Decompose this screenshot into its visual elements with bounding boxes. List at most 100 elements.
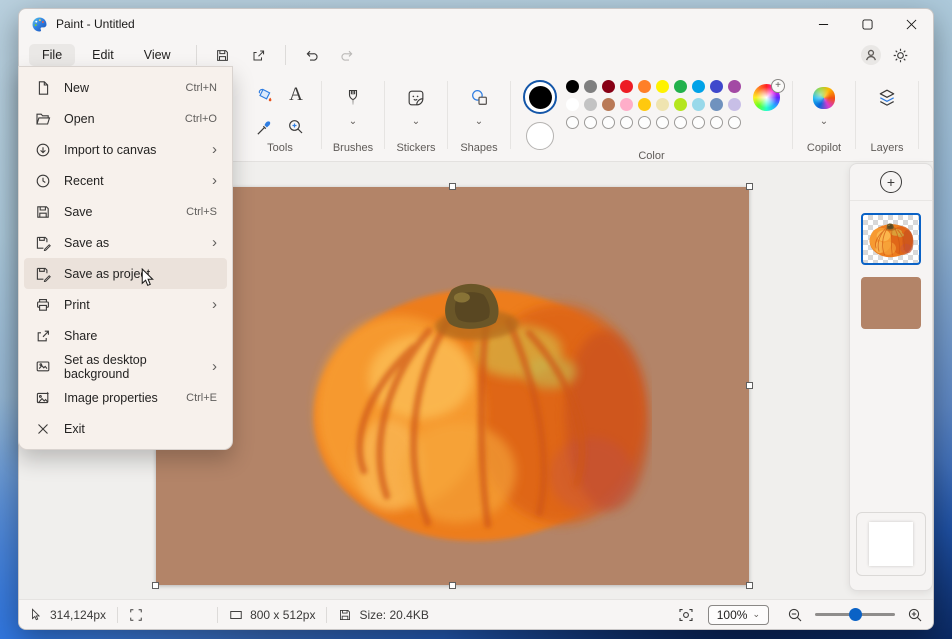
color-swatch-2-1[interactable] [584, 98, 597, 111]
menu-item-save[interactable]: SaveCtrl+S [24, 196, 227, 227]
menubar-separator [285, 45, 286, 65]
file-menu-button[interactable]: File [29, 44, 75, 66]
edit-menu-button[interactable]: Edit [79, 44, 127, 66]
view-menu-button[interactable]: View [131, 44, 184, 66]
empty-color-swatch-5[interactable] [656, 116, 669, 129]
minimize-button[interactable] [801, 9, 845, 39]
shapes-icon [469, 83, 489, 113]
share-icon[interactable] [243, 43, 275, 67]
menu-item-open[interactable]: OpenCtrl+O [24, 103, 227, 134]
color-swatch-2-8[interactable] [710, 98, 723, 111]
statusbar-separator [326, 607, 327, 623]
fill-bucket-icon[interactable] [250, 81, 278, 109]
save-icon[interactable] [207, 43, 239, 67]
layers-group[interactable]: Layers [860, 71, 914, 161]
color-swatch-1-5[interactable] [656, 80, 669, 93]
canvas-handle-top-center[interactable] [449, 183, 456, 190]
menu-item-label: Save as [64, 236, 109, 250]
color-swatch-2-4[interactable] [638, 98, 651, 111]
canvas-handle-top-right[interactable] [746, 183, 753, 190]
color-swatch-2-2[interactable] [602, 98, 615, 111]
shapes-group[interactable]: ⌄ Shapes [452, 71, 506, 161]
edit-colors-button[interactable]: + [753, 84, 780, 111]
settings-gear-icon[interactable] [892, 47, 909, 64]
stickers-group[interactable]: ⌄ Stickers [389, 71, 443, 161]
titlebar: Paint - Untitled [19, 9, 933, 39]
statusbar-separator [117, 607, 118, 623]
tools-group: A Tools [243, 71, 317, 161]
color-swatch-2-7[interactable] [692, 98, 705, 111]
chevron-down-icon: ⌄ [349, 117, 357, 127]
color-swatch-1-8[interactable] [710, 80, 723, 93]
empty-color-swatch-0[interactable] [566, 116, 579, 129]
color-swatch-1-9[interactable] [728, 80, 741, 93]
canvas-handle-bottom-left[interactable] [152, 582, 159, 589]
empty-color-swatch-7[interactable] [692, 116, 705, 129]
layer-thumbnail-brown[interactable] [861, 277, 921, 329]
menu-item-image-properties[interactable]: Image propertiesCtrl+E [24, 382, 227, 413]
empty-color-swatch-6[interactable] [674, 116, 687, 129]
copilot-group[interactable]: ⌄ Copilot [797, 71, 851, 161]
close-button[interactable] [889, 9, 933, 39]
menu-item-exit[interactable]: Exit [24, 413, 227, 444]
empty-color-swatch-4[interactable] [638, 116, 651, 129]
pumpkin-painting [304, 257, 652, 547]
menu-item-recent[interactable]: Recent› [24, 165, 227, 196]
empty-color-swatch-1[interactable] [584, 116, 597, 129]
shapes-group-label: Shapes [460, 142, 497, 154]
menu-item-share[interactable]: Share [24, 320, 227, 351]
redo-icon[interactable] [332, 43, 364, 67]
file-size-indicator: Size: 20.4KB [338, 608, 428, 622]
menu-item-print[interactable]: Print› [24, 289, 227, 320]
zoom-slider-thumb[interactable] [849, 608, 862, 621]
color-swatch-1-1[interactable] [584, 80, 597, 93]
zoom-level-dropdown[interactable]: 100% ⌄ [708, 605, 769, 625]
ribbon-separator [918, 81, 919, 149]
magnifier-icon[interactable] [282, 113, 310, 141]
layers-icon [877, 83, 897, 113]
menu-item-set-as-desktop-background[interactable]: Set as desktop background› [24, 351, 227, 382]
zoom-out-icon[interactable] [787, 607, 803, 623]
color-swatch-2-6[interactable] [674, 98, 687, 111]
empty-color-swatch-8[interactable] [710, 116, 723, 129]
menu-item-shortcut: Ctrl+S [186, 206, 217, 218]
canvas-handle-bottom-center[interactable] [449, 582, 456, 589]
color-swatch-2-9[interactable] [728, 98, 741, 111]
color-swatch-2-5[interactable] [656, 98, 669, 111]
empty-color-swatch-2[interactable] [602, 116, 615, 129]
layer-thumbnail-pumpkin[interactable] [861, 213, 921, 265]
secondary-color-swatch[interactable] [526, 122, 554, 150]
zoom-in-icon[interactable] [907, 607, 923, 623]
menu-item-save-as-project[interactable]: Save as project [24, 258, 227, 289]
text-tool-icon[interactable]: A [282, 81, 310, 109]
canvas[interactable] [156, 187, 749, 585]
color-swatch-2-0[interactable] [566, 98, 579, 111]
maximize-button[interactable] [845, 9, 889, 39]
fit-to-screen-icon[interactable] [678, 607, 694, 623]
canvas-handle-bottom-right[interactable] [746, 582, 753, 589]
canvas-handle-middle-right[interactable] [746, 382, 753, 389]
background-layer-thumbnail[interactable] [869, 522, 913, 566]
undo-icon[interactable] [296, 43, 328, 67]
empty-color-swatch-9[interactable] [728, 116, 741, 129]
eyedropper-icon[interactable] [250, 113, 278, 141]
chevron-right-icon: › [212, 174, 217, 188]
color-swatch-1-4[interactable] [638, 80, 651, 93]
selected-color-swatch[interactable] [523, 80, 557, 114]
add-layer-button[interactable]: + [880, 171, 902, 193]
menu-item-save-as[interactable]: Save as› [24, 227, 227, 258]
color-swatch-1-7[interactable] [692, 80, 705, 93]
zoom-slider[interactable] [815, 613, 895, 616]
color-swatch-1-0[interactable] [566, 80, 579, 93]
color-swatch-1-6[interactable] [674, 80, 687, 93]
account-icon[interactable] [860, 44, 882, 66]
chevron-down-icon: ⌄ [820, 117, 828, 127]
menu-item-label: Image properties [64, 391, 158, 405]
brushes-group[interactable]: ⌄ Brushes [326, 71, 380, 161]
menu-item-import-to-canvas[interactable]: Import to canvas› [24, 134, 227, 165]
color-swatch-1-2[interactable] [602, 80, 615, 93]
menu-item-new[interactable]: NewCtrl+N [24, 72, 227, 103]
color-swatch-2-3[interactable] [620, 98, 633, 111]
empty-color-swatch-3[interactable] [620, 116, 633, 129]
color-swatch-1-3[interactable] [620, 80, 633, 93]
